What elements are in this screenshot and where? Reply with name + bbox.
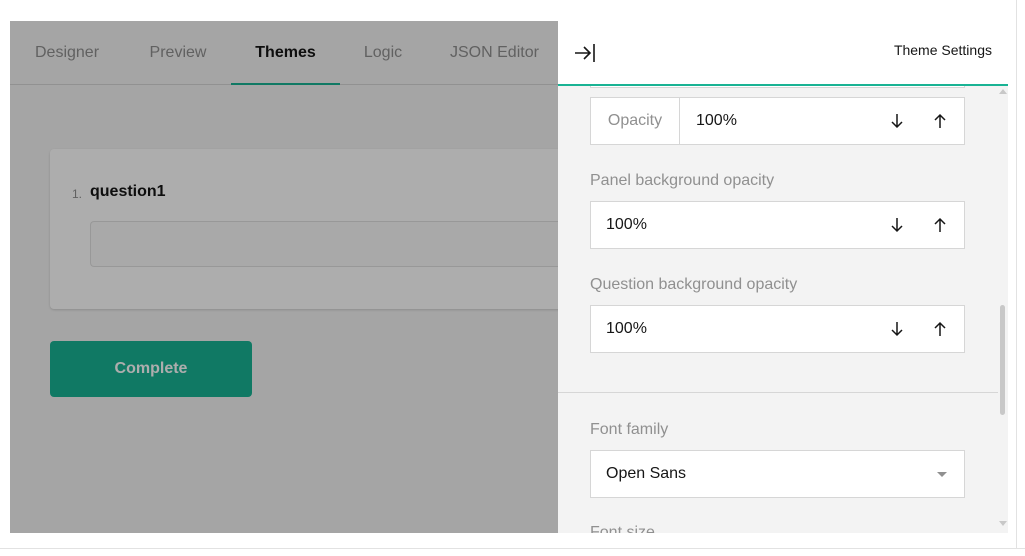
arrow-right-to-bar-icon <box>575 44 595 62</box>
chevron-down-icon <box>937 472 947 477</box>
arrow-down-icon <box>891 322 903 337</box>
panel-background-opacity-value: 100% <box>606 216 647 233</box>
arrow-up-icon <box>934 321 946 336</box>
previous-field[interactable] <box>590 86 965 88</box>
font-family-dropdown[interactable]: Open Sans <box>590 450 965 498</box>
increase-button[interactable] <box>929 110 951 132</box>
panel-background-opacity-label: Panel background opacity <box>590 172 775 189</box>
opacity-field[interactable]: Opacity 100% <box>590 97 965 145</box>
question-background-opacity-field[interactable]: 100% <box>590 305 965 353</box>
collapse-panel-button[interactable] <box>572 40 598 66</box>
section-divider <box>558 392 998 393</box>
question-background-opacity-label: Question background opacity <box>590 276 798 293</box>
arrow-up-icon <box>934 113 946 128</box>
font-family-label: Font family <box>590 421 669 438</box>
opacity-prefix: Opacity <box>591 98 680 144</box>
settings-header: Theme Settings <box>558 0 1008 86</box>
decrease-button[interactable] <box>886 318 908 340</box>
font-size-label: Font size <box>590 524 655 533</box>
arrow-down-icon <box>891 114 903 129</box>
window-border-right <box>1016 0 1017 548</box>
theme-settings-panel: Theme Settings Opacity 100% Panel backgr… <box>558 0 1008 533</box>
scroll-up-icon[interactable] <box>999 88 1007 94</box>
settings-title: Theme Settings <box>893 42 992 58</box>
scroll-down-icon[interactable] <box>999 521 1007 527</box>
panel-background-opacity-field[interactable]: 100% <box>590 201 965 249</box>
increase-button[interactable] <box>929 318 951 340</box>
settings-scroll-area: Opacity 100% Panel background opacity 10… <box>558 86 998 533</box>
arrow-down-icon <box>891 218 903 233</box>
opacity-value: 100% <box>696 112 737 129</box>
window-border-bottom <box>0 548 1025 549</box>
scrollbar-thumb[interactable] <box>1000 305 1005 415</box>
decrease-button[interactable] <box>886 110 908 132</box>
increase-button[interactable] <box>929 214 951 236</box>
arrow-up-icon <box>934 217 946 232</box>
modal-overlay <box>10 21 558 533</box>
question-background-opacity-value: 100% <box>606 320 647 337</box>
font-family-value: Open Sans <box>606 465 687 482</box>
decrease-button[interactable] <box>886 214 908 236</box>
